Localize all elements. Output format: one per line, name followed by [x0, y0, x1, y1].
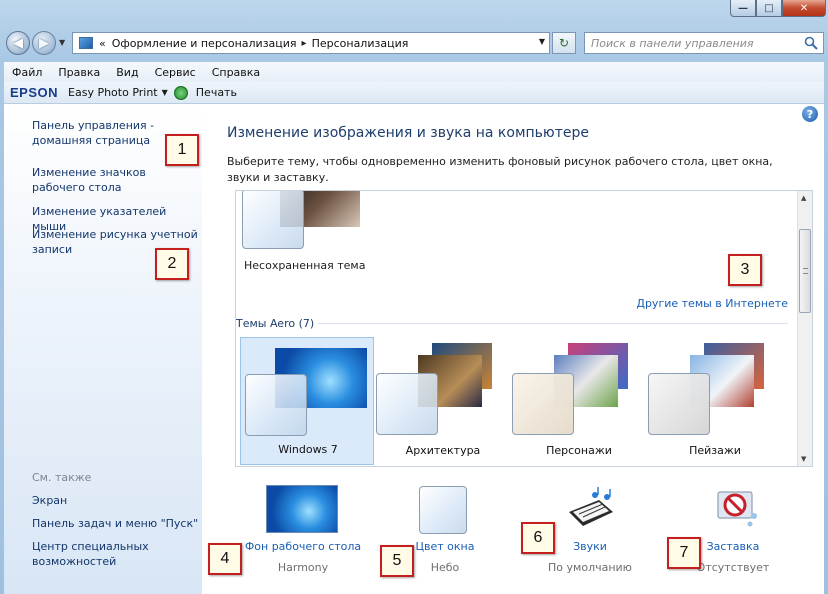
- menu-help[interactable]: Справка: [204, 66, 268, 79]
- menu-file[interactable]: Файл: [4, 66, 50, 79]
- callout-5: 5: [380, 545, 414, 577]
- sounds-value: По умолчанию: [548, 561, 632, 574]
- address-bar[interactable]: « Оформление и персонализация ▸ Персонал…: [72, 32, 550, 54]
- unsaved-theme-glass: [242, 191, 304, 249]
- scrollbar-thumb[interactable]: [799, 229, 811, 313]
- window-frame: — □ ✕ ◀ ▶ ▼ « Оформление и персонализаци…: [0, 0, 828, 594]
- chevron-right-icon[interactable]: ▸: [302, 38, 307, 49]
- refresh-button[interactable]: ↻: [552, 32, 576, 54]
- theme-list[interactable]: Несохраненная тема Другие темы в Интерне…: [235, 190, 813, 467]
- see-also-heading: См. также: [32, 471, 92, 484]
- theme-list-scrollbar[interactable]: ▲ ▼: [797, 191, 812, 466]
- breadcrumb-personalization[interactable]: Персонализация: [312, 37, 409, 50]
- menu-tools[interactable]: Сервис: [147, 66, 204, 79]
- screensaver-setting[interactable]: Заставка Отсутствует: [668, 484, 798, 584]
- grip-icon: [803, 268, 808, 274]
- print-icon[interactable]: [173, 85, 188, 100]
- group-divider: [318, 323, 788, 324]
- history-dropdown-icon[interactable]: ▼: [59, 38, 65, 47]
- breadcrumb-appearance[interactable]: Оформление и персонализация: [112, 37, 297, 50]
- menu-edit[interactable]: Правка: [50, 66, 108, 79]
- screensaver-icon[interactable]: [714, 486, 760, 532]
- sidebar-item-ease-of-access[interactable]: Центр специальных возможностей: [32, 539, 202, 569]
- easy-photo-print-button[interactable]: Easy Photo Print: [64, 86, 162, 99]
- aero-group-label: Темы Aero (7): [236, 317, 315, 330]
- callout-3: 3: [728, 254, 762, 286]
- chevron-down-icon[interactable]: ▼: [162, 88, 168, 97]
- theme-label: Персонажи: [546, 444, 612, 457]
- desktop-background-link[interactable]: Фон рабочего стола: [238, 540, 368, 553]
- callout-6: 6: [521, 522, 555, 554]
- page-title: Изменение изображения и звука на компьют…: [227, 125, 589, 141]
- window-controls: — □ ✕: [730, 0, 826, 17]
- print-button[interactable]: Печать: [192, 86, 241, 99]
- minimize-button[interactable]: —: [730, 0, 756, 17]
- scroll-up-icon[interactable]: ▲: [801, 194, 806, 202]
- callout-2: 2: [155, 248, 189, 280]
- theme-label: Пейзажи: [689, 444, 741, 457]
- theme-label: Windows 7: [278, 443, 338, 456]
- sounds-icon[interactable]: [567, 486, 617, 532]
- search-icon[interactable]: [803, 35, 819, 51]
- epson-toolbar: EPSON Easy Photo Print ▼ Печать: [4, 82, 824, 104]
- navigation-bar: ◀ ▶ ▼ « Оформление и персонализация ▸ Пе…: [4, 30, 824, 56]
- sidebar-item-taskbar[interactable]: Панель задач и меню "Пуск": [32, 516, 202, 531]
- maximize-button[interactable]: □: [756, 0, 782, 17]
- theme-label: Архитектура: [405, 444, 481, 457]
- wallpaper-thumbnail[interactable]: [266, 485, 338, 533]
- title-bar: — □ ✕: [0, 0, 828, 24]
- online-themes-link[interactable]: Другие темы в Интернете: [636, 297, 788, 310]
- theme-landscapes[interactable]: Пейзажи: [648, 337, 782, 465]
- content-area: Панель управления - домашняя страница Из…: [4, 104, 824, 594]
- back-button[interactable]: ◀: [6, 31, 30, 55]
- theme-architecture[interactable]: Архитектура: [376, 337, 510, 465]
- callout-4: 4: [208, 543, 242, 575]
- theme-characters[interactable]: Персонажи: [512, 337, 646, 465]
- desktop-background-setting[interactable]: Фон рабочего стола Harmony: [238, 484, 368, 584]
- page-description: Выберите тему, чтобы одновременно измени…: [227, 155, 773, 184]
- close-button[interactable]: ✕: [782, 0, 826, 17]
- menu-bar: Файл Правка Вид Сервис Справка: [4, 62, 824, 82]
- callout-1: 1: [165, 134, 199, 166]
- theme-windows7[interactable]: Windows 7: [240, 337, 374, 465]
- address-overflow[interactable]: «: [99, 37, 106, 50]
- scroll-down-icon[interactable]: ▼: [801, 455, 806, 463]
- sidebar-item-display[interactable]: Экран: [32, 493, 202, 508]
- landscapes-glass: [648, 373, 710, 435]
- main-panel: ? Изменение изображения и звука на компь…: [202, 104, 824, 594]
- address-dropdown-icon[interactable]: ▼: [539, 37, 545, 46]
- theme-unsaved[interactable]: Несохраненная тема: [236, 191, 396, 289]
- windows7-glass: [245, 374, 307, 436]
- architecture-glass: [376, 373, 438, 435]
- callout-7: 7: [667, 537, 701, 569]
- control-panel-icon: [79, 37, 93, 49]
- characters-glass: [512, 373, 574, 435]
- search-input[interactable]: Поиск в панели управления: [584, 32, 824, 54]
- epson-logo: EPSON: [10, 85, 59, 100]
- help-icon[interactable]: ?: [802, 106, 818, 122]
- sidebar: Панель управления - домашняя страница Из…: [4, 104, 202, 594]
- unsaved-theme-label: Несохраненная тема: [244, 259, 366, 272]
- window-color-swatch[interactable]: [419, 486, 467, 534]
- menu-view[interactable]: Вид: [108, 66, 146, 79]
- desktop-background-value: Harmony: [277, 561, 329, 574]
- sidebar-item-desktop-icons[interactable]: Изменение значков рабочего стола: [32, 165, 202, 195]
- search-placeholder: Поиск в панели управления: [591, 36, 754, 50]
- forward-button[interactable]: ▶: [32, 31, 56, 55]
